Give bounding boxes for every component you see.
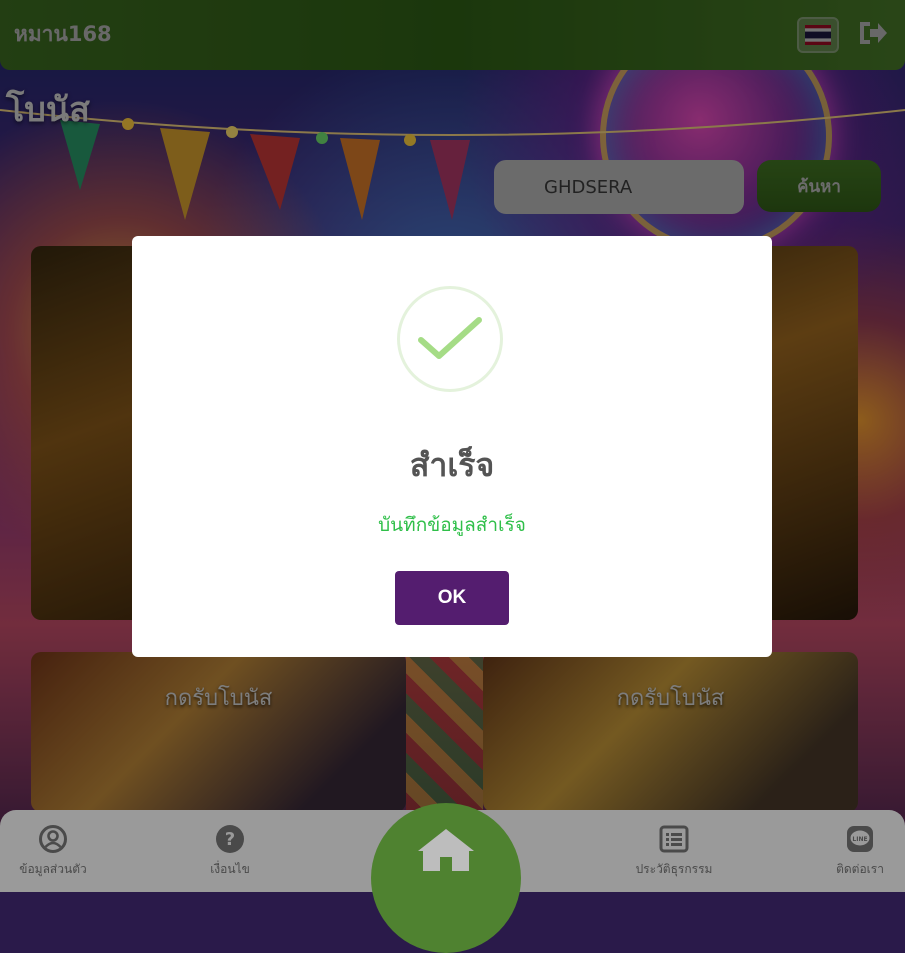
svg-text:LINE: LINE	[852, 836, 867, 843]
nav-label: เงื่อนไข	[210, 862, 250, 876]
question-circle-icon: ?	[216, 825, 244, 853]
nav-label: ประวัติธุรกรรม	[635, 862, 713, 876]
dialog-message: บันทึกข้อมูลสำเร็จ	[378, 514, 526, 536]
success-dialog: สำเร็จ บันทึกข้อมูลสำเร็จ OK	[132, 236, 772, 657]
svg-text:?: ?	[225, 829, 235, 850]
user-circle-icon	[39, 825, 67, 853]
ok-button[interactable]: OK	[395, 571, 509, 625]
list-icon	[659, 825, 689, 853]
success-check-icon	[397, 286, 503, 392]
nav-item-contact[interactable]: LINE ติดต่อเรา	[800, 824, 905, 879]
dialog-title: สำเร็จ	[409, 446, 495, 484]
line-chat-icon: LINE	[847, 826, 873, 852]
nav-item-terms[interactable]: ? เงื่อนไข	[170, 824, 290, 879]
nav-item-profile[interactable]: ข้อมูลส่วนตัว	[0, 824, 113, 879]
nav-label: ข้อมูลส่วนตัว	[19, 862, 87, 876]
nav-label: ติดต่อเรา	[836, 862, 884, 876]
nav-item-history[interactable]: ประวัติธุรกรรม	[614, 824, 734, 879]
home-icon	[418, 829, 474, 871]
nav-item-home[interactable]	[371, 803, 521, 953]
